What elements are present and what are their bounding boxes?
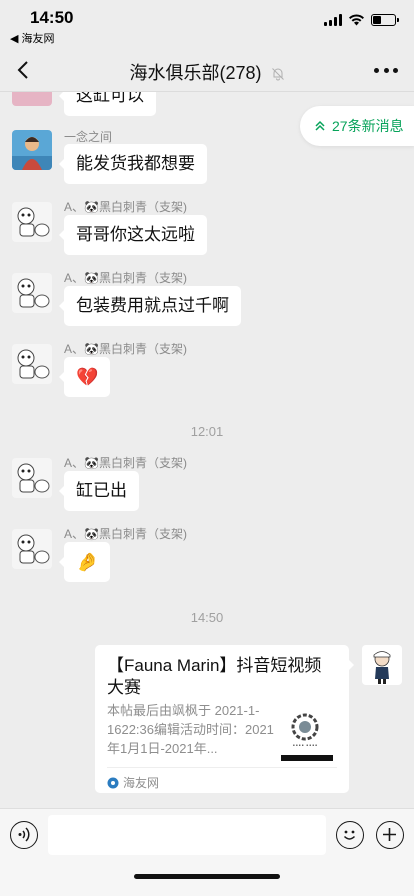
message-bubble[interactable]: 能发货我都想要 [59, 144, 207, 184]
sender-name: A、🐼黑白刺青（支架) [64, 342, 187, 356]
status-time: 14:50 [30, 8, 74, 27]
avatar[interactable] [12, 130, 52, 170]
avatar[interactable] [12, 273, 52, 313]
message-input[interactable] [48, 815, 326, 855]
message-bubble[interactable]: 这缸可以 [59, 92, 156, 116]
app-logo-icon [107, 777, 119, 788]
plus-icon [383, 828, 396, 841]
avatar[interactable] [12, 344, 52, 384]
battery-icon [371, 14, 399, 26]
chat-title-wrap: 海水俱乐部(278) [0, 59, 414, 85]
card-source: 海友网 [123, 776, 160, 790]
status-bar: 14:50 ◀ 海友网 [0, 0, 414, 48]
link-card[interactable]: 【Fauna Marin】抖音短视频大赛 本帖最后由飒枫于 2021-1-162… [95, 645, 354, 793]
bell-off-icon [271, 68, 284, 81]
avatar[interactable] [12, 92, 52, 106]
card-footer: 海友网 [107, 767, 337, 791]
emoji-button[interactable] [336, 821, 364, 849]
avatar[interactable] [12, 458, 52, 498]
message-bubble[interactable]: 哥哥你这太远啦 [59, 215, 207, 255]
home-indicator[interactable] [134, 874, 280, 879]
timestamp: 14:50 [190, 610, 224, 625]
sender-name: 一念之间 [64, 130, 113, 144]
sender-name: A、🐼黑白刺青（支架) [64, 456, 187, 470]
input-bar [0, 808, 414, 896]
voice-button[interactable] [10, 821, 38, 849]
message-bubble[interactable]: 包装费用就点过千啊 [59, 286, 241, 326]
status-icons [324, 14, 399, 26]
more-icon [393, 67, 398, 73]
message-bubble[interactable]: 🤌 [58, 542, 111, 582]
double-chevron-up-icon [315, 120, 325, 131]
plus-button[interactable] [376, 821, 404, 849]
voice-icon [18, 827, 30, 842]
back-to-app-link[interactable]: ◀ 海友网 [10, 30, 55, 46]
card-title: 【Fauna Marin】抖音短视频大赛 [107, 656, 322, 697]
sender-name: A、🐼黑白刺青（支架) [64, 200, 187, 214]
sender-name: A、🐼黑白刺青（支架) [64, 527, 187, 541]
new-messages-label: 27条新消息 [332, 118, 404, 134]
wifi-icon [349, 14, 364, 26]
new-messages-button[interactable]: 27条新消息 [300, 106, 414, 146]
avatar[interactable] [12, 202, 52, 242]
card-thumbnail: •••• •••• [281, 705, 337, 761]
timestamp: 12:01 [190, 424, 224, 439]
sender-name: A、🐼黑白刺青（支架) [64, 271, 187, 285]
my-avatar[interactable] [362, 645, 402, 685]
chat-header: 海水俱乐部(278) [0, 48, 414, 92]
svg-text:•••• ••••: •••• •••• [292, 743, 317, 749]
emoji-icon [343, 830, 356, 840]
signal-icon [324, 14, 342, 26]
message-bubble[interactable]: 💔 [58, 357, 111, 397]
more-icon [383, 67, 389, 73]
more-button[interactable] [374, 60, 398, 80]
card-description: 本帖最后由飒枫于 2021-1-1622:36编辑活动时间：2021年1月1日-… [107, 703, 274, 756]
chat-title: 海水俱乐部(278) [129, 63, 262, 83]
more-icon [374, 67, 379, 73]
message-bubble[interactable]: 缸已出 [59, 471, 139, 511]
avatar[interactable] [12, 529, 52, 569]
message-list[interactable]: 这缸可以 一念之间 能发货我都想要 A、🐼黑白刺青（支架) 哥哥你这太远啦 A、… [0, 92, 414, 808]
